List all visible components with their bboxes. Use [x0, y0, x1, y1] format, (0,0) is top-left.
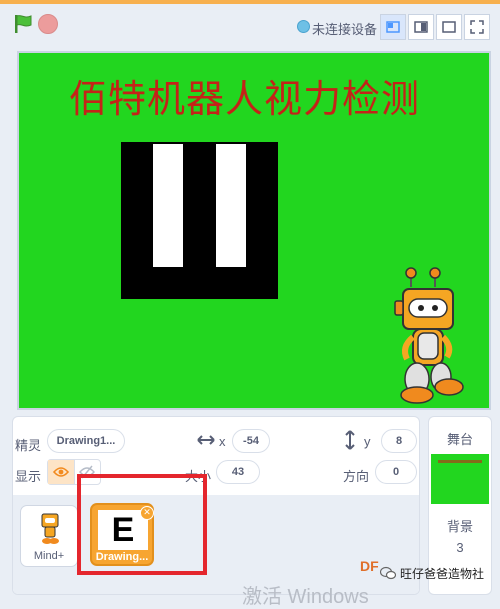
- large-stage-icon: [414, 21, 428, 33]
- robot-icon: [41, 513, 59, 544]
- direction-label: 方向: [343, 469, 370, 484]
- x-position-icon: [197, 435, 215, 445]
- sprite-thumb-mind-plus[interactable]: Mind+: [20, 505, 78, 567]
- x-input[interactable]: -54: [232, 429, 270, 453]
- stage-thumbnail[interactable]: [431, 454, 489, 504]
- y-input[interactable]: 8: [381, 429, 417, 453]
- y-position-icon: [345, 430, 355, 450]
- stop-icon[interactable]: [38, 14, 58, 34]
- df-logo: DF: [360, 558, 379, 574]
- fullscreen-icon: [470, 20, 484, 34]
- sprite-name-label: 精灵: [15, 438, 42, 453]
- connection-status-label[interactable]: 未连接设备: [312, 19, 377, 38]
- fullscreen-button[interactable]: [464, 14, 490, 40]
- small-stage-icon: [386, 21, 400, 33]
- wechat-icon: [380, 566, 396, 580]
- wechat-label: 旺仔爸爸造物社: [400, 566, 485, 581]
- backdrop-label: 背景: [446, 519, 473, 534]
- large-stage-button[interactable]: [408, 14, 434, 40]
- eye-chart-e-sprite[interactable]: [121, 142, 278, 299]
- direction-input[interactable]: 0: [375, 460, 417, 484]
- x-label: x: [219, 434, 226, 449]
- selection-highlight: [77, 474, 207, 575]
- backdrop-count: 3: [456, 540, 464, 555]
- stage-only-icon: [442, 21, 456, 33]
- stage-title: 佰特机器人视力检测: [69, 77, 421, 121]
- show-label: 显示: [15, 469, 42, 484]
- sprite-name: Mind+: [33, 550, 65, 562]
- show-visible-button[interactable]: [48, 460, 74, 484]
- size-input[interactable]: 43: [216, 460, 260, 484]
- eye-icon: [52, 467, 69, 477]
- stage-only-button[interactable]: [436, 14, 462, 40]
- sprite-info-panel: 精灵 Drawing1... x -54 y 8 显示 大小 43 方向 0 M…: [12, 416, 420, 595]
- stage-canvas[interactable]: 佰特机器人视力检测: [17, 51, 491, 410]
- mind-plus-robot-sprite[interactable]: [389, 267, 469, 405]
- small-stage-button[interactable]: [380, 14, 406, 40]
- stage-panel-label: 舞台: [446, 432, 473, 447]
- wechat-watermark: 旺仔爸爸造物社: [380, 563, 484, 583]
- y-label: y: [364, 434, 371, 449]
- connection-status-icon: [297, 20, 310, 33]
- green-flag-icon[interactable]: [12, 13, 34, 35]
- sprite-name-input[interactable]: Drawing1...: [47, 429, 125, 453]
